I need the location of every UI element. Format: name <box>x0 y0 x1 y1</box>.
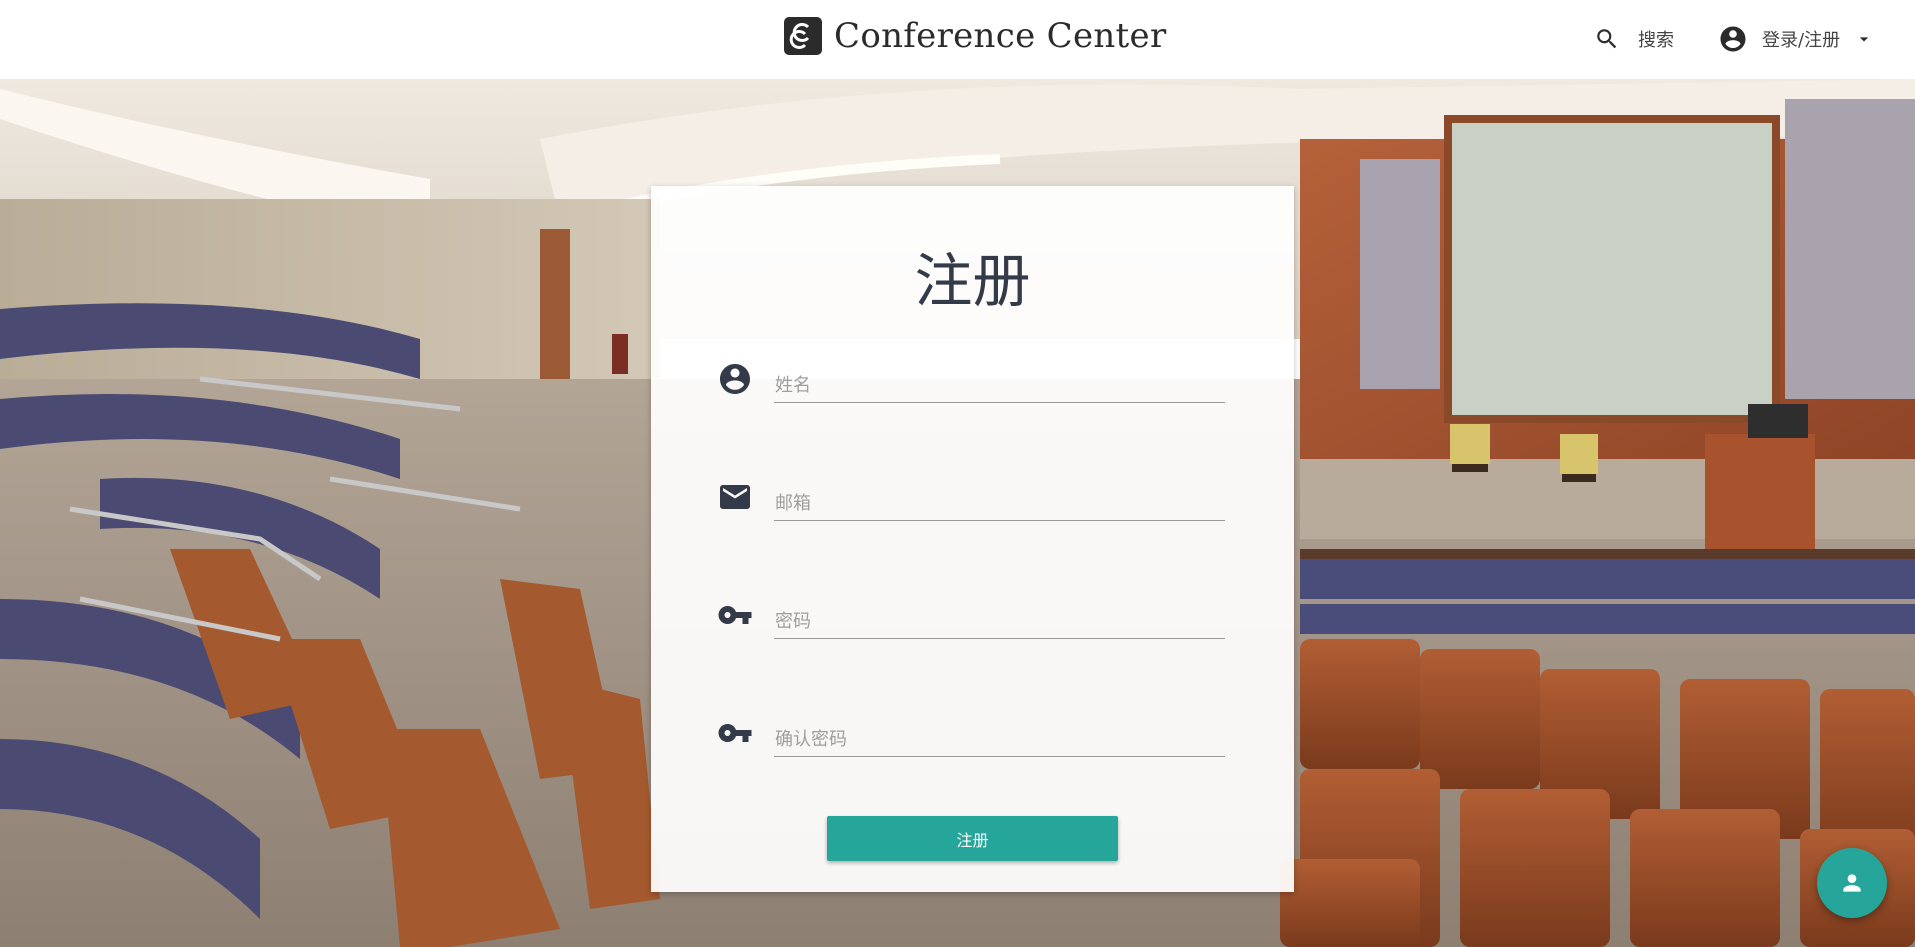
email-input[interactable] <box>774 487 1225 521</box>
confirm-password-field <box>717 715 1227 765</box>
name-input[interactable] <box>774 369 1225 403</box>
person-icon <box>1843 874 1861 892</box>
nav-account-label: 登录/注册 <box>1762 30 1841 51</box>
search-icon <box>1597 29 1617 49</box>
nav-search-link[interactable]: 搜索 <box>1594 24 1674 54</box>
password-input[interactable] <box>774 605 1225 639</box>
password-field <box>717 597 1227 647</box>
key-icon <box>718 724 752 742</box>
register-card: 注册 注册 <box>651 186 1294 892</box>
nav-search-label: 搜索 <box>1638 30 1674 51</box>
conference-logo-icon <box>784 17 822 55</box>
brand[interactable]: Conference Center <box>784 14 1167 58</box>
brand-title: Conference Center <box>834 16 1167 56</box>
name-field <box>717 361 1227 411</box>
nav-account-dropdown[interactable]: 登录/注册 <box>1718 24 1874 54</box>
caret-down-icon <box>1859 37 1869 42</box>
register-submit-button[interactable]: 注册 <box>827 816 1118 861</box>
email-field <box>717 479 1227 529</box>
mail-icon <box>720 485 750 509</box>
fab-person-button[interactable] <box>1817 848 1887 918</box>
top-navbar: Conference Center 搜索 登录/注册 <box>0 0 1915 79</box>
register-title: 注册 <box>914 247 1031 315</box>
confirm-password-input[interactable] <box>774 723 1225 757</box>
account-circle-icon <box>1720 26 1746 52</box>
account-circle-icon <box>720 364 750 394</box>
key-icon <box>718 606 752 624</box>
